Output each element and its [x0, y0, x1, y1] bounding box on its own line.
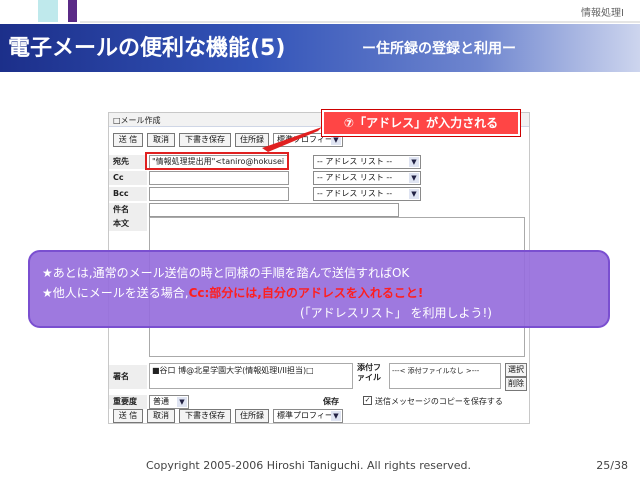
- info-line-2-prefix: ★他人にメールを送る場合,: [42, 286, 189, 300]
- info-line-2-warning: Cc:部分には,自分のアドレスを入れること!: [188, 286, 424, 300]
- callout-address-entered: ⑦「アドレス」が入力される: [322, 110, 520, 136]
- info-line-2: ★他人にメールを送る場合,Cc:部分には,自分のアドレスを入れること!: [42, 284, 423, 301]
- copyright: Copyright 2005-2006 Hiroshi Taniguchi. A…: [146, 459, 472, 472]
- page-number: 25/38: [596, 459, 628, 472]
- info-line-1: ★あとは,通常のメール送信の時と同様の手順を踏んで送信すればOK: [42, 266, 410, 280]
- info-line-3: (「アドレスリスト」 を利用しよう!): [300, 306, 492, 320]
- info-overlay: ★あとは,通常のメール送信の時と同様の手順を踏んで送信すればOK ★他人にメール…: [28, 250, 610, 328]
- callout-arrow-icon: [262, 127, 322, 152]
